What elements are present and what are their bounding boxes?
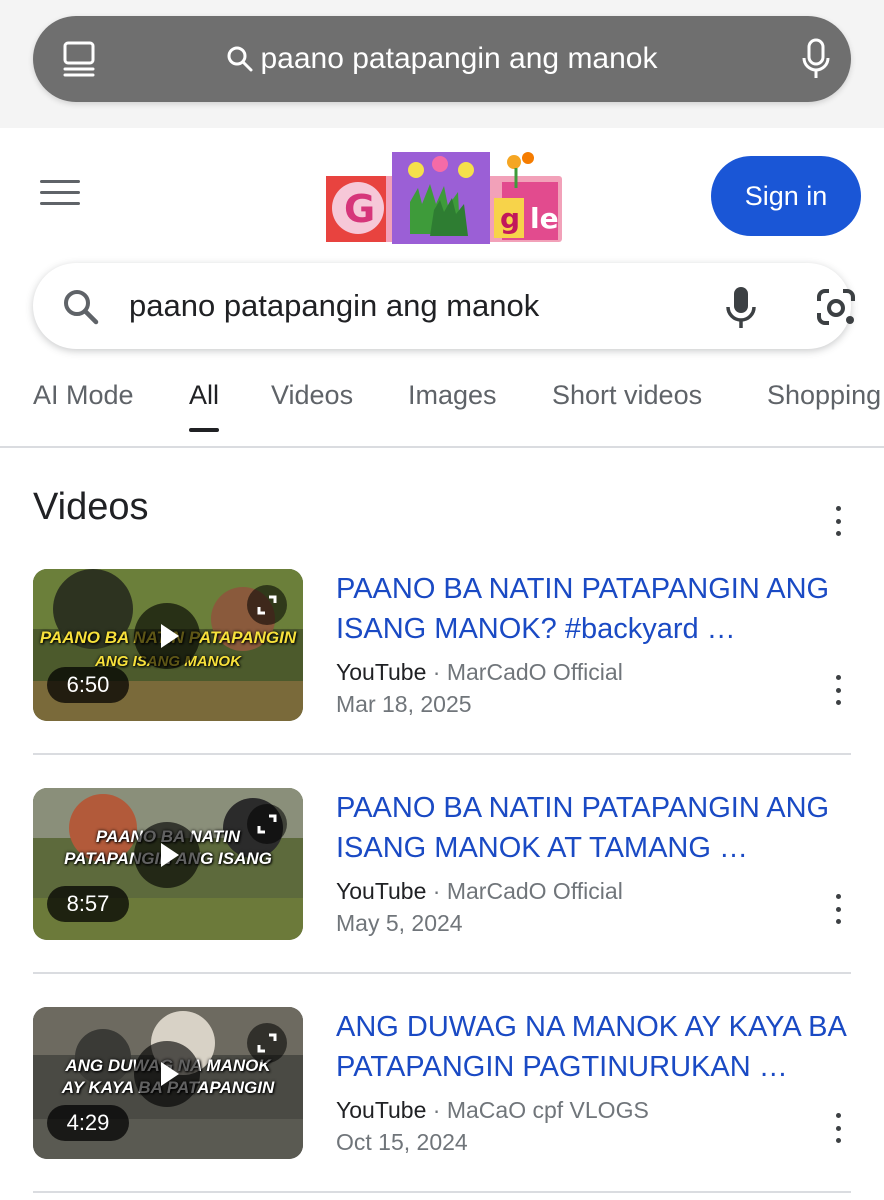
video-thumbnail[interactable]: PAANO BA NATIN PATAPANGIN ANG ISANG 8:57 [33,788,303,940]
video-result[interactable]: ANG DUWAG NA MANOK AY KAYA BA PATAPANGIN… [33,1007,851,1200]
expand-icon[interactable] [247,804,287,844]
svg-text:g: g [500,202,520,235]
video-date: May 5, 2024 [336,910,463,936]
video-result[interactable]: PAANO BA NATIN PATAPANGIN ANG ISANG 8:57… [33,788,851,1007]
video-result[interactable]: PAANO BA NATIN PATAPANGIN ANG ISANG MANO… [33,569,851,788]
expand-icon[interactable] [247,1023,287,1063]
voice-search-icon[interactable] [725,285,757,329]
video-source-line: YouTube · MarCadO Official [336,659,623,685]
video-more-options-icon[interactable] [826,894,850,924]
tab-videos[interactable]: Videos [271,380,353,411]
section-more-options-icon[interactable] [826,506,850,536]
video-duration: 4:29 [47,1105,129,1141]
video-channel: MaCaO cpf VLOGS [446,1097,649,1123]
sign-in-button[interactable]: Sign in [711,156,861,236]
video-title-link[interactable]: PAANO BA NATIN PATAPANGIN ANG ISANG MANO… [336,569,851,649]
address-text-wrap: paano patapangin ang manok [33,16,851,102]
video-channel: MarCadO Official [446,659,623,685]
play-icon[interactable] [134,1041,200,1107]
videos-section-title: Videos [33,486,149,528]
play-icon[interactable] [134,603,200,669]
video-source-line: YouTube · MaCaO cpf VLOGS [336,1097,649,1123]
address-text: paano patapangin ang manok [260,42,658,75]
browser-toolbar: paano patapangin ang manok [0,0,884,128]
video-more-options-icon[interactable] [826,1113,850,1143]
video-title-link[interactable]: PAANO BA NATIN PATAPANGIN ANG ISANG MANO… [336,788,851,868]
video-source-line: YouTube · MarCadO Official [336,878,623,904]
svg-text:G: G [344,187,375,231]
divider [33,753,851,755]
google-doodle-logo[interactable]: G g le [318,148,570,248]
hamburger-menu-icon[interactable] [40,180,80,210]
tab-all[interactable]: All [189,380,220,432]
video-channel: MarCadO Official [446,878,623,904]
search-input[interactable]: paano patapangin ang manok [129,263,539,349]
svg-text:le: le [530,202,559,235]
video-duration: 6:50 [47,667,129,703]
play-icon[interactable] [134,822,200,888]
search-icon [227,46,253,72]
expand-icon[interactable] [247,585,287,625]
video-date: Oct 15, 2024 [336,1129,468,1155]
video-source: YouTube [336,1097,427,1123]
video-source: YouTube [336,878,427,904]
video-date: Mar 18, 2025 [336,691,472,717]
video-source: YouTube [336,659,427,685]
video-title-link[interactable]: ANG DUWAG NA MANOK AY KAYA BA PATAPANGIN… [336,1007,851,1087]
tab-ai-mode[interactable]: AI Mode [33,380,134,411]
video-thumbnail[interactable]: ANG DUWAG NA MANOK AY KAYA BA PATAPANGIN… [33,1007,303,1159]
tab-shopping[interactable]: Shopping [767,380,881,411]
divider [33,972,851,974]
divider [33,1191,851,1193]
microphone-icon[interactable] [801,38,831,80]
video-thumbnail[interactable]: PAANO BA NATIN PATAPANGIN ANG ISANG MANO… [33,569,303,721]
search-icon [64,290,99,325]
google-lens-icon[interactable] [815,287,857,327]
search-box[interactable]: paano patapangin ang manok [33,263,855,349]
tab-images[interactable]: Images [408,380,497,411]
video-more-options-icon[interactable] [826,675,850,705]
address-bar[interactable]: paano patapangin ang manok [33,16,851,102]
tab-short-videos[interactable]: Short videos [552,380,702,411]
video-duration: 8:57 [47,886,129,922]
search-tabs: AI Mode All Videos Images Short videos S… [0,372,884,448]
